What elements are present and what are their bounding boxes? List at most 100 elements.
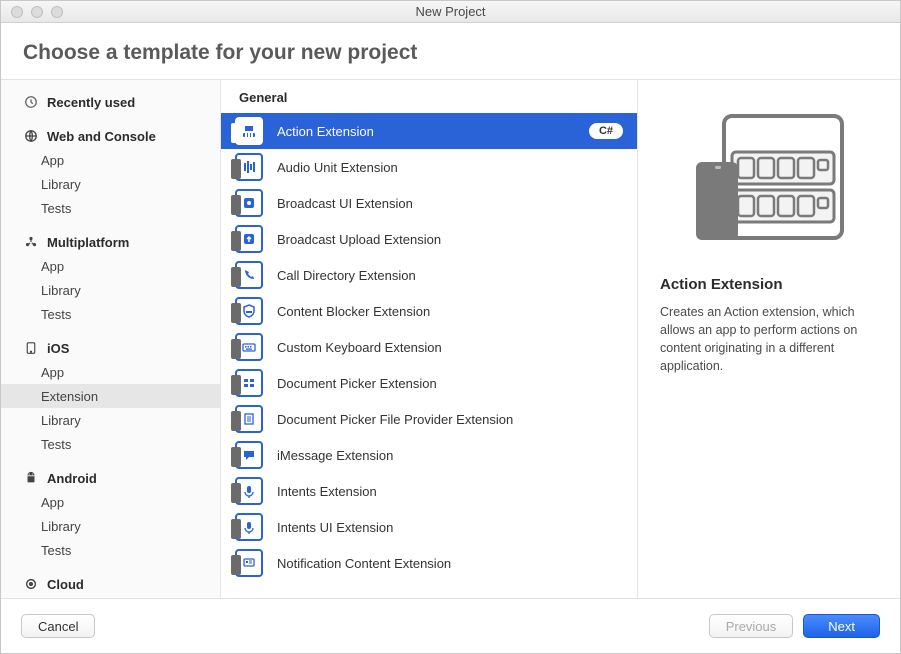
template-row[interactable]: Call Directory Extension [221, 257, 637, 293]
template-label: Call Directory Extension [277, 268, 623, 283]
zoom-window-icon[interactable] [51, 6, 63, 18]
template-icon [235, 333, 263, 361]
template-row[interactable]: iMessage Extension [221, 437, 637, 473]
template-icon [235, 117, 263, 145]
sidebar-item-label: Android [47, 471, 97, 486]
sidebar-item-label: Multiplatform [47, 235, 129, 250]
sidebar-item-app[interactable]: App [1, 490, 220, 514]
sidebar-item-tests[interactable]: Tests [1, 538, 220, 562]
sidebar-item-label: App [41, 495, 64, 510]
recent-icon [23, 94, 39, 110]
sidebar-item-label: App [41, 153, 64, 168]
template-label: Audio Unit Extension [277, 160, 623, 175]
titlebar: New Project [1, 1, 900, 23]
detail-title: Action Extension [660, 276, 878, 293]
window-controls [1, 6, 63, 18]
template-row[interactable]: Audio Unit Extension [221, 149, 637, 185]
template-label: Broadcast UI Extension [277, 196, 623, 211]
template-label: iMessage Extension [277, 448, 623, 463]
sidebar-item-label: Tests [41, 307, 71, 322]
template-row[interactable]: Action ExtensionC# [221, 113, 637, 149]
sidebar[interactable]: Recently used Web and Console App Library Te… [1, 80, 221, 598]
template-icon [235, 297, 263, 325]
detail-pane: Action Extension Creates an Action exten… [638, 80, 900, 598]
template-label: Document Picker File Provider Extension [277, 412, 623, 427]
sidebar-item-label: Extension [41, 389, 98, 404]
sidebar-item-label: Web and Console [47, 129, 156, 144]
sidebar-category-multiplatform[interactable]: Multiplatform [1, 230, 220, 254]
template-icon [235, 369, 263, 397]
sidebar-item-extension[interactable]: Extension [1, 384, 220, 408]
template-icon [235, 153, 263, 181]
cloud-icon [23, 576, 39, 592]
sidebar-item-app[interactable]: App [1, 254, 220, 278]
sidebar-category-ios[interactable]: iOS [1, 336, 220, 360]
sidebar-item-library[interactable]: Library [1, 278, 220, 302]
page-title: Choose a template for your new project [23, 41, 878, 65]
cancel-button[interactable]: Cancel [21, 614, 95, 638]
sidebar-item-app[interactable]: App [1, 148, 220, 172]
template-illustration-icon [684, 110, 854, 250]
sidebar-item-label: App [41, 259, 64, 274]
sidebar-item-library[interactable]: Library [1, 172, 220, 196]
template-label: Action Extension [277, 124, 589, 139]
sidebar-category-web-and-console[interactable]: Web and Console [1, 124, 220, 148]
dialog-body: Recently used Web and Console App Library Te… [1, 80, 900, 599]
close-window-icon[interactable] [11, 6, 23, 18]
sidebar-item-app[interactable]: App [1, 360, 220, 384]
sidebar-item-label: Tests [41, 201, 71, 216]
template-icon [235, 261, 263, 289]
sidebar-item-label: Cloud [47, 577, 84, 592]
web-icon [23, 128, 39, 144]
sidebar-item-library[interactable]: Library [1, 514, 220, 538]
sidebar-category-cloud[interactable]: Cloud [1, 572, 220, 596]
template-label: Notification Content Extension [277, 556, 623, 571]
minimize-window-icon[interactable] [31, 6, 43, 18]
template-row[interactable]: Broadcast UI Extension [221, 185, 637, 221]
template-icon [235, 549, 263, 577]
template-icon [235, 441, 263, 469]
template-row[interactable]: Document Picker Extension [221, 365, 637, 401]
template-label: Content Blocker Extension [277, 304, 623, 319]
template-icon [235, 513, 263, 541]
dialog-header: Choose a template for your new project [1, 23, 900, 80]
multiplatform-icon [23, 234, 39, 250]
sidebar-item-tests[interactable]: Tests [1, 432, 220, 456]
template-label: Intents UI Extension [277, 520, 623, 535]
template-row[interactable]: Broadcast Upload Extension [221, 221, 637, 257]
template-label: Broadcast Upload Extension [277, 232, 623, 247]
template-row[interactable]: Intents Extension [221, 473, 637, 509]
template-icon [235, 189, 263, 217]
template-row[interactable]: Document Picker File Provider Extension [221, 401, 637, 437]
template-label: Document Picker Extension [277, 376, 623, 391]
template-row[interactable]: Content Blocker Extension [221, 293, 637, 329]
previous-button[interactable]: Previous [709, 614, 794, 638]
template-icon [235, 477, 263, 505]
sidebar-item-label: Recently used [47, 95, 135, 110]
next-button[interactable]: Next [803, 614, 880, 638]
template-row[interactable]: Notification Content Extension [221, 545, 637, 581]
sidebar-item-label: Library [41, 283, 81, 298]
template-icon [235, 225, 263, 253]
template-label: Intents Extension [277, 484, 623, 499]
sidebar-item-tests[interactable]: Tests [1, 196, 220, 220]
template-row[interactable]: Intents UI Extension [221, 509, 637, 545]
template-list[interactable]: GeneralAction ExtensionC#Audio Unit Exte… [221, 80, 638, 598]
sidebar-item-label: Tests [41, 543, 71, 558]
template-group-header: General [221, 80, 637, 113]
sidebar-item-library[interactable]: Library [1, 408, 220, 432]
sidebar-item-label: Library [41, 177, 81, 192]
detail-description: Creates an Action extension, which allow… [660, 303, 878, 376]
template-row[interactable]: Custom Keyboard Extension [221, 329, 637, 365]
footer: Cancel Previous Next [1, 599, 900, 653]
sidebar-item-label: Tests [41, 437, 71, 452]
ios-icon [23, 340, 39, 356]
language-badge: C# [589, 123, 623, 139]
sidebar-item-label: Library [41, 413, 81, 428]
sidebar-category-android[interactable]: Android [1, 466, 220, 490]
sidebar-item-label: App [41, 365, 64, 380]
window-title: New Project [1, 4, 900, 19]
sidebar-item-tests[interactable]: Tests [1, 302, 220, 326]
sidebar-item-recently-used[interactable]: Recently used [1, 90, 220, 114]
sidebar-item-label: Library [41, 519, 81, 534]
